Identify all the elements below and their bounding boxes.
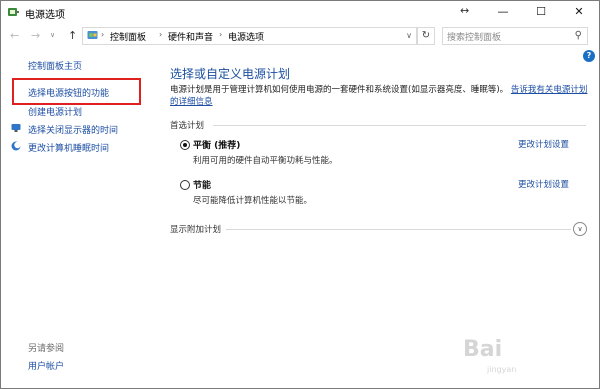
plan-balanced-change-settings-link[interactable]: 更改计划设置	[518, 138, 569, 150]
breadcrumb-control-panel[interactable]: 控制面板	[110, 30, 146, 43]
see-also-label: 另请参阅	[28, 344, 65, 354]
plan-balanced-name[interactable]: 平衡 (推荐)	[193, 138, 240, 151]
show-additional-plans-label[interactable]: 显示附加计划	[170, 223, 221, 235]
left-nav-control-panel-home[interactable]: 控制面板主页	[28, 59, 82, 72]
control-panel-icon	[87, 31, 98, 39]
page-title: 选择或自定义电源计划	[170, 67, 291, 81]
breadcrumb-hardware-sound[interactable]: 硬件和声音	[168, 30, 213, 43]
user-accounts-link[interactable]: 用户帐户	[28, 359, 64, 372]
left-nav-sleep-time[interactable]: 更改计算机睡眠时间	[28, 141, 109, 154]
watermark-logo: Bai jingyan	[441, 331, 600, 386]
search-input[interactable]: 搜索控制面板	[447, 30, 501, 43]
minimize-button[interactable]: —	[484, 1, 522, 23]
window-title: 电源选项	[25, 10, 65, 21]
refresh-button[interactable]: ↻	[417, 27, 435, 45]
plan-balanced-radio[interactable]	[180, 140, 190, 150]
title-bar: 电源选项 ↔ — ☐ ✕	[1, 1, 599, 23]
forward-button[interactable]: →	[31, 29, 40, 42]
plan-power-saver-name[interactable]: 节能	[193, 178, 211, 191]
navigation-bar: ← → ∨ ↑ › 控制面板 › 硬件和声音 › 电源选项 ∨ ↻ 搜索控制面板…	[1, 23, 599, 48]
section-divider	[226, 229, 571, 230]
recent-locations-button[interactable]: ∨	[50, 31, 55, 39]
chevron-down-icon[interactable]: ∨	[573, 222, 587, 236]
left-nav-create-power-plan[interactable]: 创建电源计划	[28, 105, 82, 118]
description-text: 电源计划是用于管理计算机如何使用电源的一套硬件和系统设置(如显示器亮度、睡眠等)…	[170, 85, 509, 95]
left-nav-power-button-function[interactable]: 选择电源按钮的功能	[28, 86, 109, 99]
search-icon[interactable]: ⚲	[575, 30, 582, 41]
watermark-text: Bai	[463, 337, 503, 362]
power-options-icon	[8, 8, 19, 16]
page-description: 电源计划是用于管理计算机如何使用电源的一套硬件和系统设置(如显示器亮度、睡眠等)…	[170, 84, 590, 108]
left-nav-display-off-time[interactable]: 选择关闭显示器的时间	[28, 123, 118, 136]
search-box[interactable]: 搜索控制面板 ⚲	[442, 27, 588, 45]
breadcrumb-separator: ›	[159, 30, 163, 39]
moon-icon	[11, 141, 21, 151]
monitor-icon	[11, 124, 21, 132]
plan-power-saver-change-settings-link[interactable]: 更改计划设置	[518, 178, 569, 190]
breadcrumb-separator: ›	[101, 30, 105, 39]
window: 电源选项 ↔ — ☐ ✕ ← → ∨ ↑ › 控制面板 › 硬件和声音 › 电源…	[0, 0, 600, 389]
up-button[interactable]: ↑	[68, 29, 77, 42]
plan-balanced-description: 利用可用的硬件自动平衡功耗与性能。	[193, 156, 338, 166]
resize-icon: ↔	[460, 4, 470, 17]
breadcrumb-power-options[interactable]: 电源选项	[228, 30, 264, 43]
back-button[interactable]: ←	[10, 29, 19, 42]
section-divider	[213, 125, 586, 126]
plan-power-saver-radio[interactable]	[180, 180, 190, 190]
preferred-plans-label: 首选计划	[170, 121, 205, 131]
watermark-subtext: jingyan	[487, 365, 517, 374]
maximize-button[interactable]: ☐	[522, 1, 560, 23]
breadcrumb-separator: ›	[219, 30, 223, 39]
plan-power-saver-description: 尽可能降低计算机性能以节能。	[193, 196, 313, 206]
help-icon[interactable]: ?	[583, 50, 595, 62]
refresh-icon: ↻	[421, 30, 431, 41]
address-bar[interactable]: › 控制面板 › 硬件和声音 › 电源选项 ∨	[82, 27, 417, 45]
address-dropdown-icon[interactable]: ∨	[406, 31, 412, 40]
close-button[interactable]: ✕	[560, 1, 598, 23]
